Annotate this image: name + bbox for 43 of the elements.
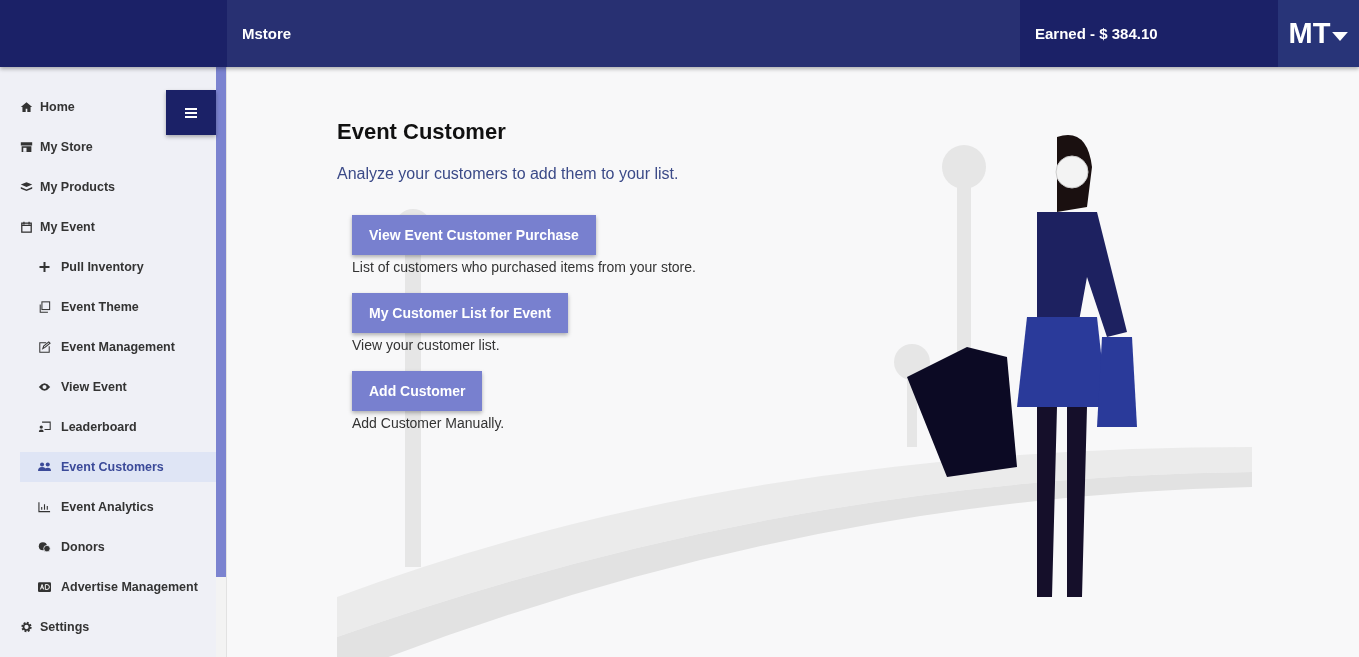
users-icon	[38, 461, 51, 473]
plus-icon	[38, 261, 51, 273]
action-button[interactable]: My Customer List for Event	[352, 293, 569, 333]
sidebar-item[interactable]: Settings	[0, 612, 216, 642]
sidebar-item[interactable]: View Event	[20, 372, 216, 402]
presentation-icon	[38, 421, 51, 433]
account-menu-button[interactable]: MT	[1278, 0, 1359, 67]
sidebar-item[interactable]: Event Management	[20, 332, 216, 362]
ad-icon	[38, 581, 51, 593]
sidebar-item[interactable]: Pull Inventory	[20, 252, 216, 282]
action-button[interactable]: Add Customer	[352, 371, 483, 411]
scrollbar-thumb[interactable]	[216, 67, 226, 577]
sidebar-item[interactable]: Advertise Management	[20, 572, 216, 602]
copy-icon	[38, 301, 51, 313]
sidebar-item[interactable]: My Store	[0, 132, 216, 162]
brand-name: Mstore	[242, 25, 292, 42]
sidebar-item[interactable]: Event Theme	[20, 292, 216, 322]
action-button[interactable]: View Event Customer Purchase	[352, 215, 596, 255]
storefront-icon	[20, 141, 33, 153]
action-description: View your customer list.	[352, 337, 500, 353]
calendar-icon	[20, 221, 33, 233]
layers-icon	[20, 181, 33, 193]
home-icon	[20, 101, 33, 113]
edit-icon	[38, 341, 51, 353]
chat-bubbles-icon	[38, 541, 51, 553]
menu-icon	[185, 107, 197, 118]
sidebar-item[interactable]: Home	[0, 92, 216, 122]
bar-chart-icon	[38, 501, 51, 513]
menu-button[interactable]	[166, 90, 216, 135]
action-description: List of customers who purchased items from your store.	[352, 259, 696, 275]
action-description: Add Customer Manually.	[352, 415, 505, 431]
eye-icon	[38, 381, 51, 393]
sidebar-item[interactable]: My Products	[0, 172, 216, 202]
page-subtitle: Analyze your customers to add them to your list.	[337, 165, 680, 183]
sidebar-item[interactable]: My Event	[0, 212, 216, 242]
settings-icon	[20, 621, 33, 633]
sidebar-item[interactable]: Event Customers	[20, 452, 216, 482]
sidebar-item[interactable]: Leaderboard	[20, 412, 216, 442]
caret-icon	[1332, 32, 1349, 41]
earned-amount: Earned - $ 384.10	[1035, 25, 1158, 42]
sidebar-item[interactable]: Donors	[20, 532, 216, 562]
sidebar-item[interactable]: Event Analytics	[20, 492, 216, 522]
page-title: Event Customer	[337, 119, 507, 145]
